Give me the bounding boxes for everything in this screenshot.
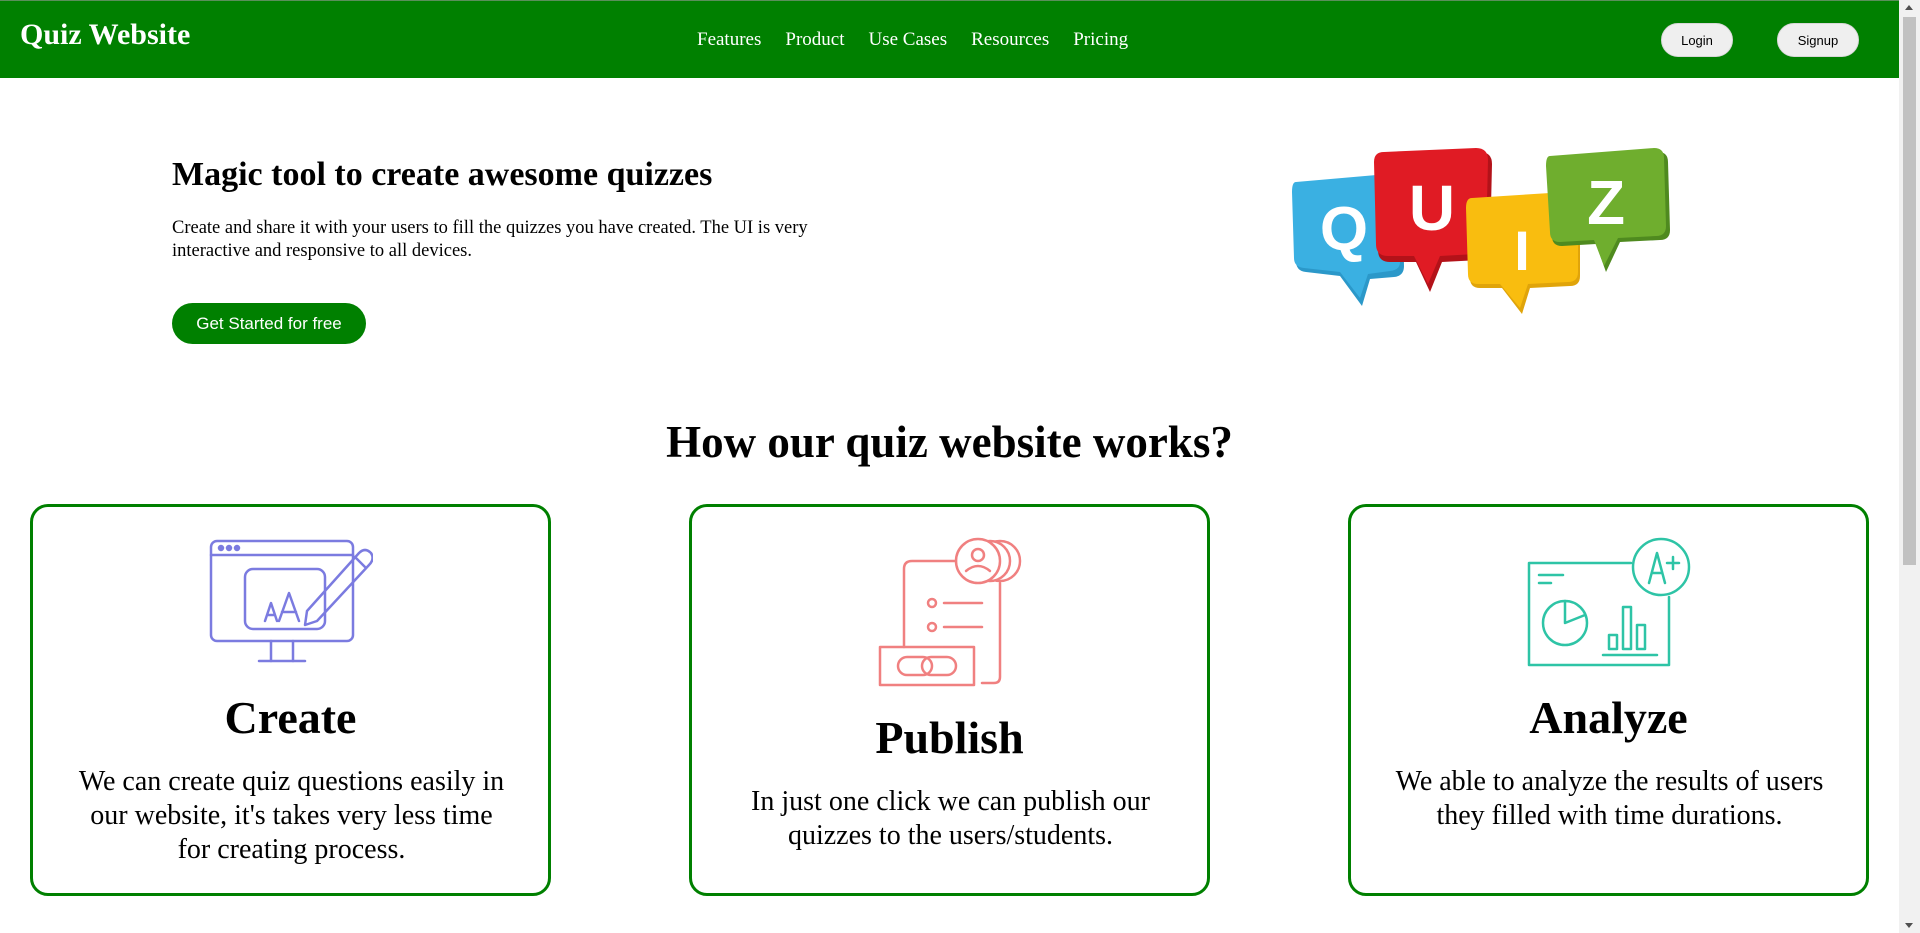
hero-description: Create and share it with your users to f… [172,218,808,261]
nav-link-resources[interactable]: Resources [971,29,1049,51]
quiz-logo-letter-q: Q [1320,195,1368,264]
main-nav: Features Product Use Cases Resources Pri… [697,29,1128,51]
get-started-button[interactable]: Get Started for free [172,303,366,344]
nav-link-features[interactable]: Features [697,29,761,51]
card-text-publish: In just one click we can publish our qui… [751,786,1150,851]
nav-link-product[interactable]: Product [785,29,844,51]
feature-card-publish: Publish In just one click we can publish… [689,504,1210,896]
monitor-pencil-icon [209,539,373,663]
feature-card-create: Create We can create quiz questions easi… [30,504,551,896]
scroll-up-arrow-icon[interactable] [1905,5,1913,10]
quiz-logo-image: Q U I Z [1292,148,1670,314]
document-link-icon [878,537,1021,687]
nav-link-use-cases[interactable]: Use Cases [868,29,947,51]
quiz-logo-letter-z: Z [1587,169,1625,238]
quiz-logo-letter-i: I [1514,219,1530,282]
card-text-analyze: We able to analyze the results of users … [1395,766,1824,831]
hero-title: Magic tool to create awesome quizzes [172,156,713,193]
feature-card-analyze: Analyze We able to analyze the results o… [1348,504,1869,896]
nav-link-pricing[interactable]: Pricing [1073,29,1128,51]
login-button[interactable]: Login [1661,23,1733,57]
brand-logo-text[interactable]: Quiz Website [20,20,190,50]
card-title-create: Create [224,692,357,743]
top-navbar: Quiz Website Features Product Use Cases … [0,0,1899,78]
scroll-down-arrow-icon[interactable] [1905,923,1913,928]
scrollbar-thumb[interactable] [1903,17,1916,565]
page-scrollbar[interactable] [1899,0,1920,933]
how-it-works-title: How our quiz website works? [666,417,1233,467]
quiz-logo-letter-u: U [1409,172,1455,244]
card-title-publish: Publish [875,712,1024,763]
card-text-create: We can create quiz questions easily in o… [78,766,505,865]
page: Quiz Website Features Product Use Cases … [0,0,1899,933]
chart-grade-icon [1527,537,1690,667]
card-title-analyze: Analyze [1529,692,1688,743]
signup-button[interactable]: Signup [1777,23,1859,57]
